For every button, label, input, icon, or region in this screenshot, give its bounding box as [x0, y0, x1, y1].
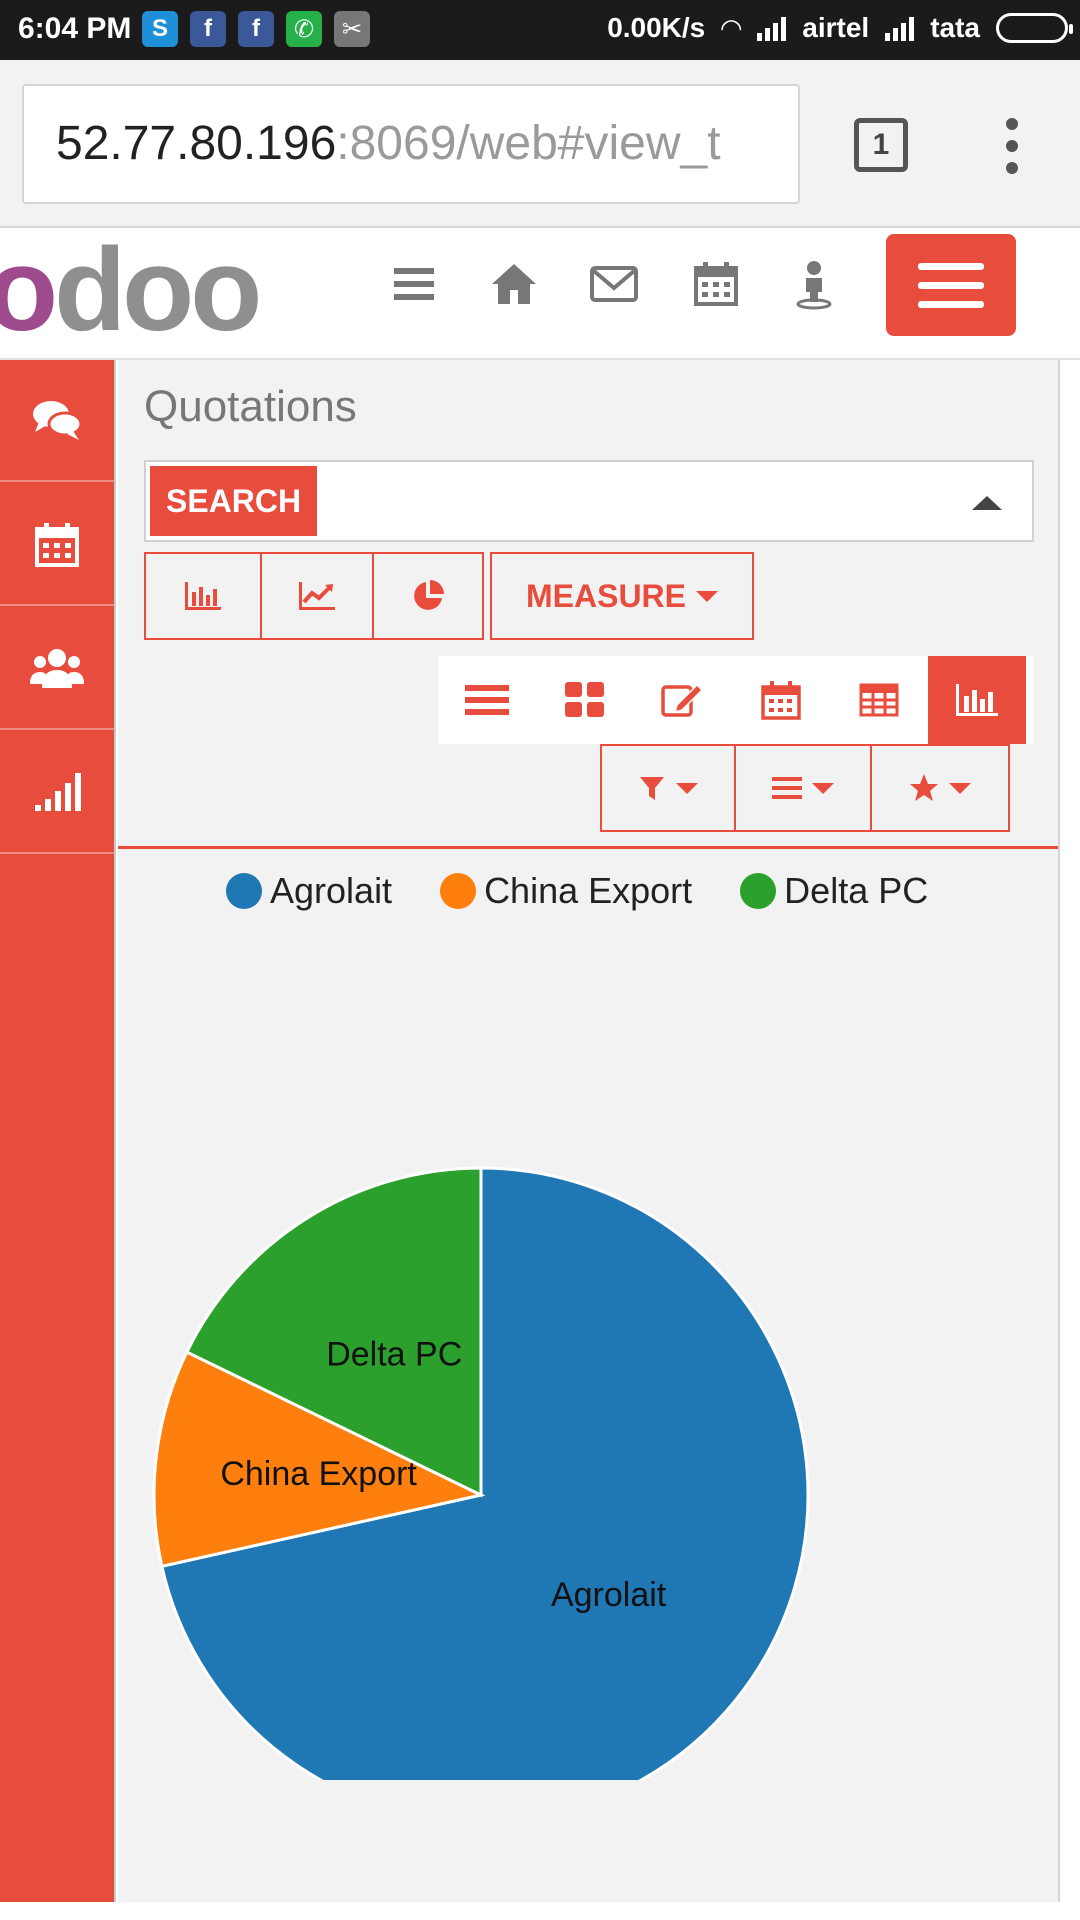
pie-slice-label: China Export: [220, 1455, 417, 1493]
signal-icon: [885, 15, 915, 41]
calendar-view-icon: [761, 681, 801, 720]
legend-label: China Export: [484, 870, 693, 911]
bar-chart-button[interactable]: [144, 552, 262, 640]
calendar-icon[interactable]: [690, 258, 742, 310]
list-view-button[interactable]: [438, 656, 536, 744]
notification-icons: S f f ✆ ✂: [142, 11, 370, 47]
battery-icon: [996, 13, 1073, 43]
pie-slice-label: Delta PC: [326, 1335, 462, 1373]
line-chart-icon: [299, 582, 335, 610]
status-time: 6:04 PM: [18, 12, 132, 45]
filter-icon: [640, 777, 664, 800]
list-view-icon: [465, 685, 509, 715]
content-divider: [118, 846, 1058, 849]
url-bar[interactable]: 52.77.80.196:8069/web#view_t: [22, 84, 800, 204]
group-by-button[interactable]: [734, 744, 872, 832]
legend-label: Agrolait: [270, 870, 393, 911]
form-view-button[interactable]: [634, 656, 732, 744]
pivot-view-button[interactable]: [830, 656, 928, 744]
pie-chart-icon: [414, 580, 444, 610]
status-bar: 6:04 PM S f f ✆ ✂ 0.00K/s ◠ airtel tata: [0, 0, 1080, 60]
chevron-down-icon: [949, 782, 971, 794]
facebook-icon: f: [238, 11, 274, 47]
legend-swatch: [740, 873, 777, 909]
chevron-down-icon: [696, 590, 718, 602]
sidebar-item-calendar[interactable]: [0, 484, 114, 606]
measure-label: MEASURE: [525, 577, 686, 614]
chart-type-buttons: [144, 552, 484, 640]
filters-button[interactable]: [600, 744, 736, 832]
favorites-icon: [910, 774, 938, 801]
form-view-icon: [661, 683, 704, 717]
network-speed: 0.00K/s: [607, 12, 706, 43]
url-host: 52.77.80.196: [56, 117, 337, 170]
measure-dropdown[interactable]: MEASURE: [490, 552, 754, 640]
search-button[interactable]: SEARCH: [150, 466, 318, 536]
main-panel: Quotations SEARCH MEASURE Agrolait China…: [118, 360, 1060, 1902]
legend-swatch: [226, 873, 262, 909]
chevron-down-icon: [676, 782, 698, 794]
sidebar: [0, 360, 116, 1902]
browser-toolbar: 52.77.80.196:8069/web#view_t 1: [0, 60, 1080, 228]
app-header: odoo: [0, 228, 1080, 360]
caret-up-icon[interactable]: [972, 496, 1002, 510]
comments-icon: [33, 401, 83, 440]
legend-item[interactable]: Delta PC: [740, 870, 928, 912]
wifi-icon: ◠: [721, 12, 742, 43]
legend-item[interactable]: Agrolait: [226, 870, 392, 912]
main-menu-button[interactable]: [886, 234, 1016, 336]
calendar-icon: [35, 523, 79, 567]
calendar-view-button[interactable]: [732, 656, 830, 744]
carrier-1: airtel: [802, 12, 870, 43]
whatsapp-icon: ✆: [286, 11, 322, 47]
user-icon[interactable]: [788, 258, 840, 310]
sidebar-item-contacts[interactable]: [0, 608, 114, 730]
carrier-2: tata: [930, 12, 980, 43]
kanban-view-button[interactable]: [536, 656, 634, 744]
kanban-view-icon: [565, 682, 604, 717]
chart-legend: Agrolait China Export Delta PC: [226, 870, 928, 912]
bar-chart-icon: [185, 582, 221, 610]
legend-swatch: [440, 873, 477, 909]
tab-switcher-button[interactable]: 1: [854, 118, 908, 172]
pivot-view-icon: [859, 683, 899, 717]
search-bar[interactable]: SEARCH: [144, 460, 1034, 542]
pie-chart: Agrolait China Export Delta PC: [152, 1166, 810, 1780]
legend-label: Delta PC: [784, 870, 929, 911]
page-title: Quotations: [144, 382, 357, 431]
group-by-icon: [772, 777, 802, 799]
search-options: [600, 744, 1010, 832]
pie-slice-label: Agrolait: [551, 1576, 667, 1614]
favorites-button[interactable]: [870, 744, 1010, 832]
legend-item[interactable]: China Export: [440, 870, 692, 912]
line-chart-button[interactable]: [260, 552, 374, 640]
envelope-icon[interactable]: [588, 258, 640, 310]
menu-lines-icon[interactable]: [390, 258, 442, 310]
sidebar-item-discuss[interactable]: [0, 360, 114, 482]
signal-icon: [757, 15, 787, 41]
browser-menu-button[interactable]: [1002, 118, 1022, 174]
signal-bars-icon: [35, 773, 81, 811]
graph-view-icon: [956, 684, 998, 716]
home-icon[interactable]: [488, 258, 540, 310]
facebook-icon: f: [190, 11, 226, 47]
sidebar-item-reporting[interactable]: [0, 732, 114, 854]
users-icon: [30, 649, 84, 688]
graph-view-button[interactable]: [928, 656, 1026, 744]
chevron-down-icon: [812, 782, 834, 794]
view-switcher: [438, 656, 1034, 744]
clipboard-icon: ✂: [334, 11, 370, 47]
url-path: :8069/web#view_t: [336, 117, 721, 170]
skype-icon: S: [142, 11, 178, 47]
pie-chart-button[interactable]: [372, 552, 484, 640]
odoo-logo[interactable]: odoo: [0, 230, 262, 350]
